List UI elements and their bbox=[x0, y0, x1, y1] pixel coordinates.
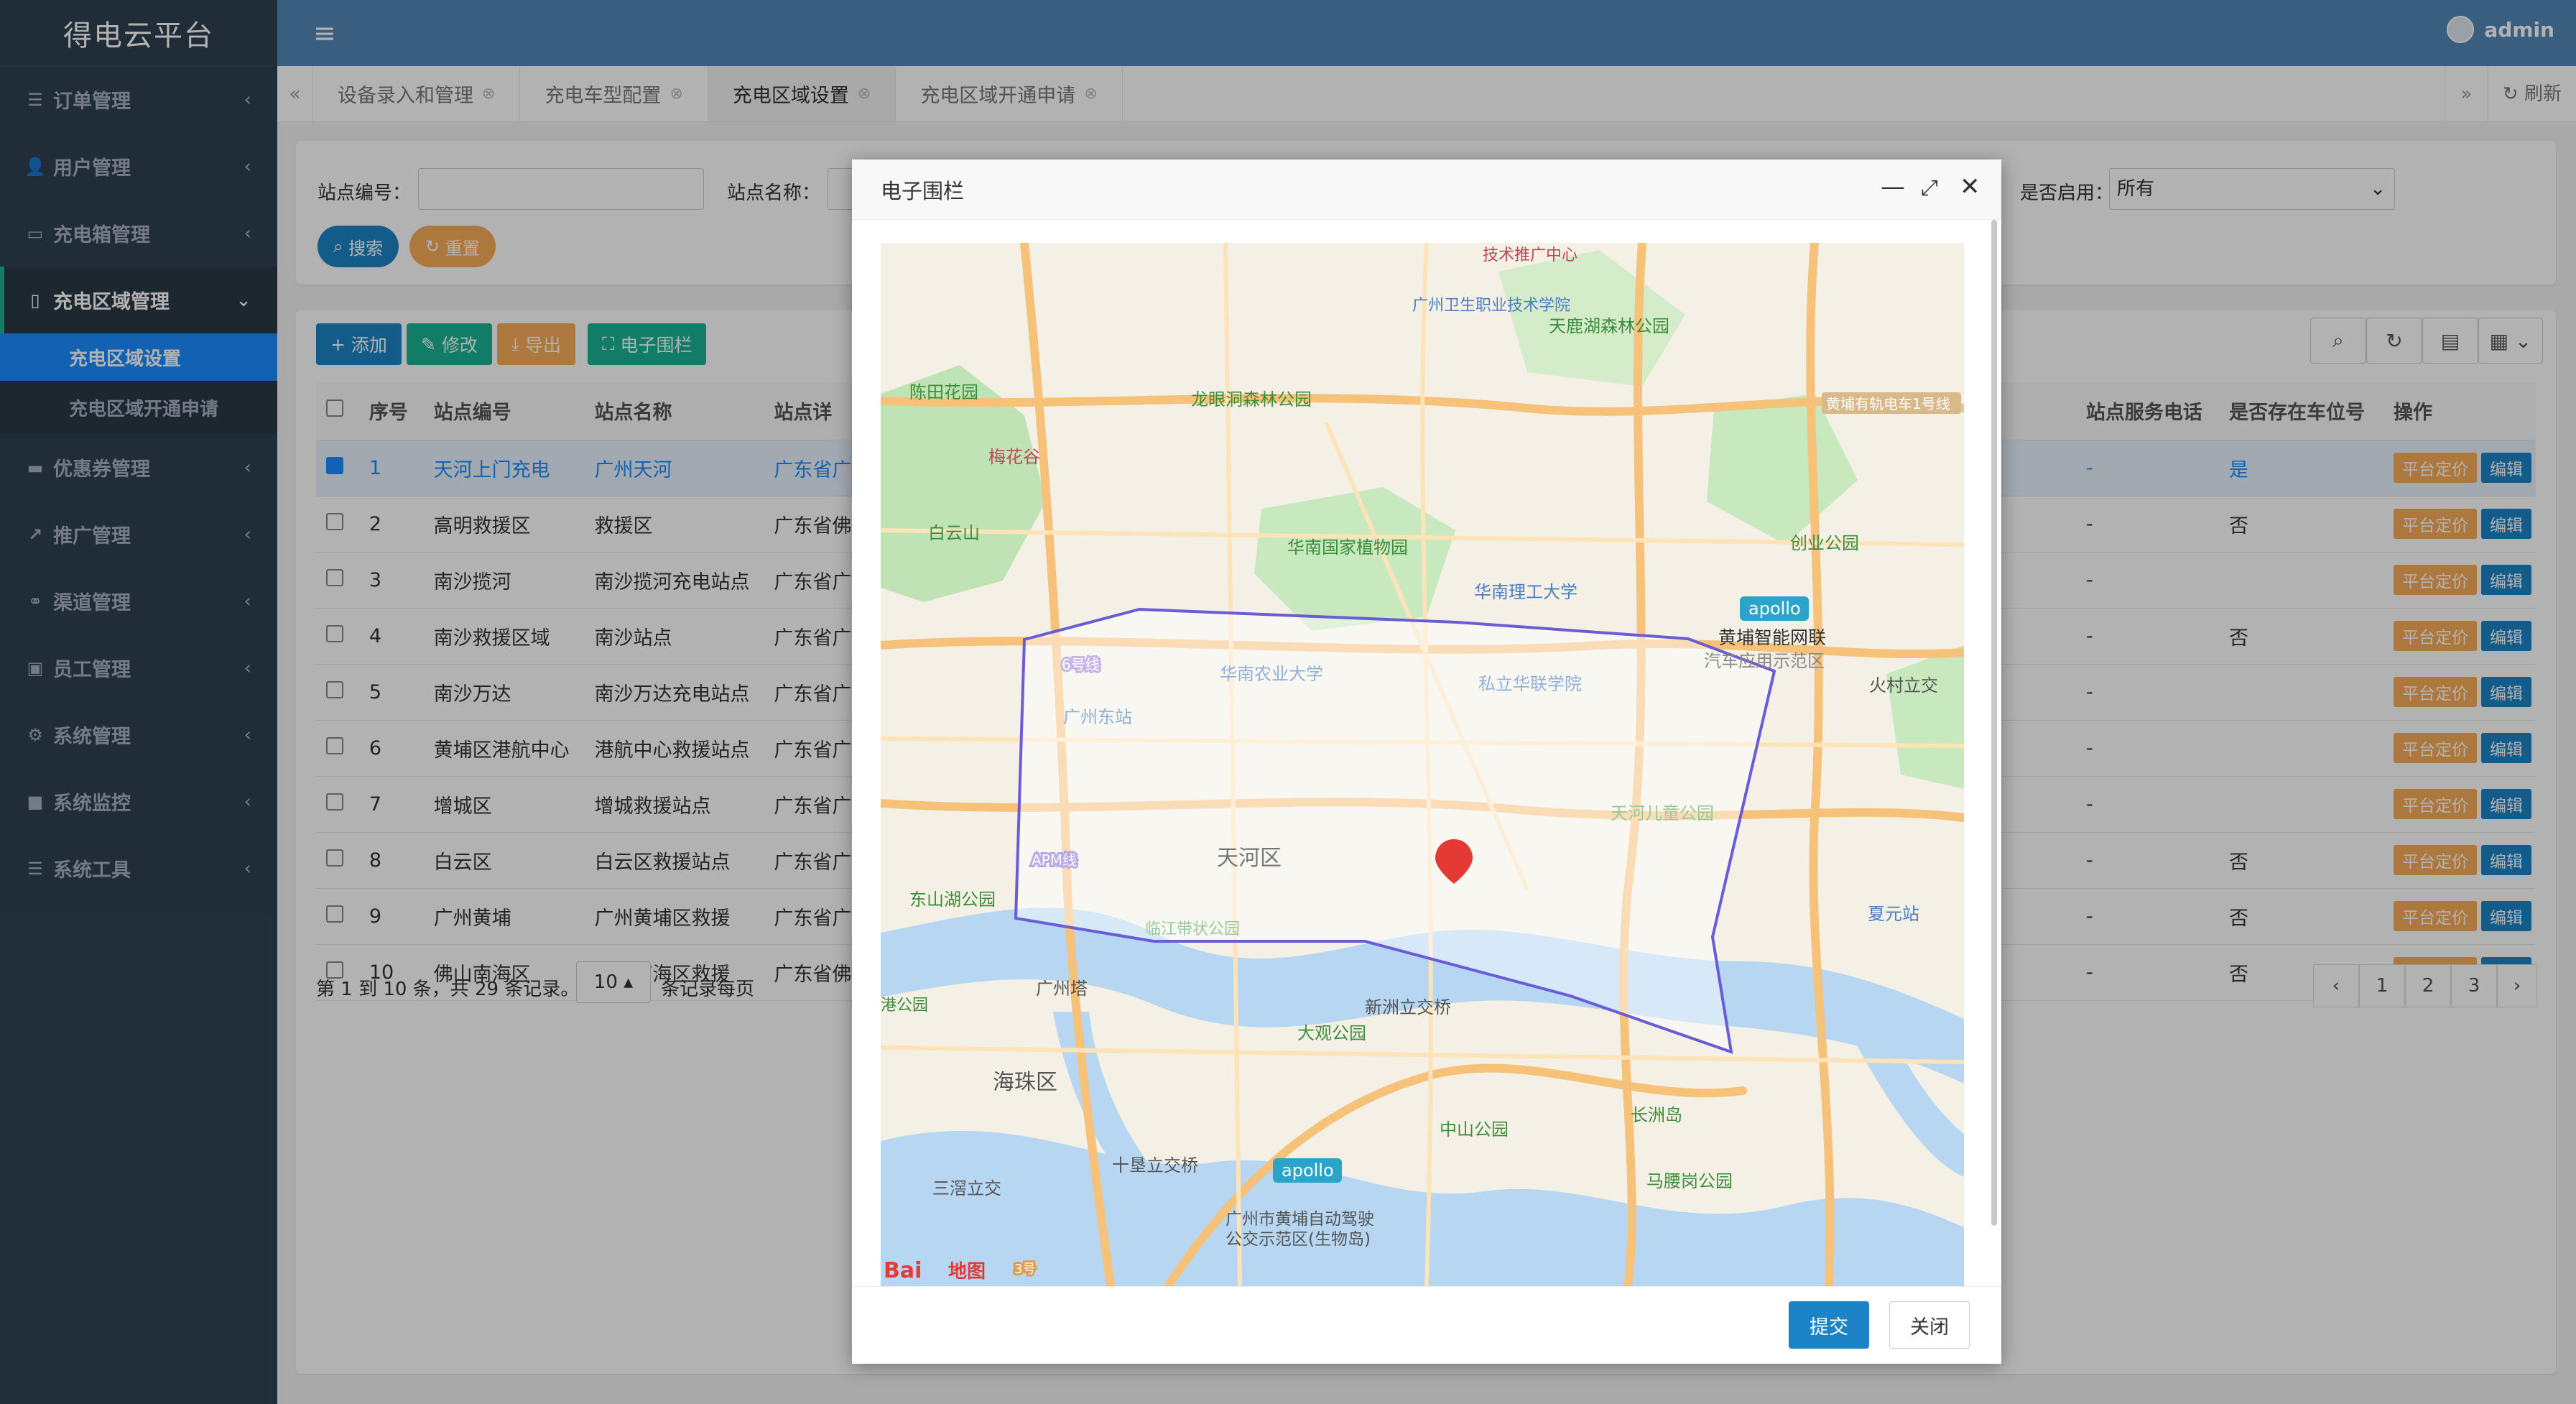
map-canvas[interactable]: 天河区 海珠区 广州塔 黄埔智能网联 汽车应用示范区 火村立交 新洲立交桥 十垦… bbox=[881, 243, 1964, 1286]
modal-footer: 提交 关闭 bbox=[852, 1286, 2001, 1364]
map-label: 华南国家植物园 bbox=[1287, 537, 1408, 558]
map-label: 技术推广中心 bbox=[1483, 246, 1577, 264]
map-label: 陈田花园 bbox=[909, 382, 978, 402]
map-label: 东山湖公园 bbox=[909, 890, 996, 910]
map-label: 黄埔有轨电车1号线 bbox=[1826, 395, 1950, 412]
map-label: 天河区 bbox=[1217, 846, 1282, 871]
map-label: 华南农业大学 bbox=[1220, 664, 1323, 684]
map-label: 私立华联学院 bbox=[1478, 674, 1582, 694]
minimize-icon[interactable]: — bbox=[1881, 172, 1905, 201]
map-label: 汽车应用示范区 bbox=[1704, 651, 1825, 671]
map-label: 马腰岗公园 bbox=[1646, 1171, 1733, 1191]
map-label: 广州市黄埔自动驾驶 bbox=[1226, 1210, 1374, 1229]
map-label: APM线 bbox=[1032, 851, 1077, 869]
map-label: 广州东站 bbox=[1063, 707, 1132, 727]
map-label: 龙眼洞森林公园 bbox=[1191, 389, 1312, 410]
map-label: 黄埔智能网联 bbox=[1718, 627, 1826, 648]
map-label: 广州塔 bbox=[1036, 979, 1088, 999]
map-label: 梅花谷 bbox=[988, 447, 1040, 467]
map-label: 大观公园 bbox=[1297, 1023, 1366, 1043]
map-view[interactable]: 天河区 海珠区 广州塔 黄埔智能网联 汽车应用示范区 火村立交 新洲立交桥 十垦… bbox=[881, 243, 1964, 1286]
map-label: 港公园 bbox=[881, 997, 928, 1015]
modal-scrollbar[interactable] bbox=[1991, 220, 1997, 1226]
map-label: 天鹿湖森林公园 bbox=[1549, 316, 1669, 336]
modal-title: 电子围栏 bbox=[881, 178, 965, 203]
baidu-logo: Bai bbox=[884, 1258, 922, 1283]
baidu-logo-text: 地图 bbox=[948, 1261, 986, 1283]
map-label: 广州卫生职业技术学院 bbox=[1412, 297, 1570, 315]
map-label: 海珠区 bbox=[993, 1070, 1057, 1095]
map-label: 中山公园 bbox=[1440, 1119, 1509, 1140]
close-icon[interactable]: ✕ bbox=[1960, 172, 1980, 201]
map-label: 白云山 bbox=[928, 523, 980, 543]
modal-header: 电子围栏 bbox=[852, 160, 2001, 220]
app-root: 得电云平台 ☰ 订单管理 ‹ 👤 用户管理 ‹ ▭ 充电箱管理 ‹ ▯ 充电区域… bbox=[0, 0, 2576, 1404]
close-button[interactable]: 关闭 bbox=[1889, 1301, 1970, 1349]
map-label: 创业公园 bbox=[1790, 533, 1859, 553]
map-label: 夏元站 bbox=[1868, 904, 1919, 924]
fence-modal: 电子围栏 — ⤢ ✕ 天河区 海珠区 广州塔 黄埔智能网联 汽车应用示范区 火村… bbox=[852, 160, 2001, 1364]
map-label: 长洲岛 bbox=[1631, 1105, 1682, 1125]
map-label: apollo bbox=[1748, 599, 1801, 619]
map-label: 临江带状公园 bbox=[1145, 920, 1240, 938]
map-label: 天河儿童公园 bbox=[1611, 803, 1714, 823]
map-label: 火村立交 bbox=[1869, 675, 1938, 696]
map-label: 公交示范区(生物岛) bbox=[1226, 1230, 1371, 1249]
map-label: 三滘立交 bbox=[932, 1178, 1001, 1199]
maximize-icon[interactable]: ⤢ bbox=[1921, 175, 1938, 200]
map-label: 新洲立交桥 bbox=[1365, 997, 1451, 1017]
submit-button[interactable]: 提交 bbox=[1789, 1301, 1869, 1349]
map-label: 华南理工大学 bbox=[1474, 582, 1577, 602]
map-label: 3号 bbox=[1014, 1262, 1035, 1277]
map-label: 6号线 bbox=[1062, 656, 1100, 673]
map-label: 十垦立交桥 bbox=[1112, 1155, 1198, 1176]
map-label: apollo bbox=[1282, 1160, 1334, 1181]
